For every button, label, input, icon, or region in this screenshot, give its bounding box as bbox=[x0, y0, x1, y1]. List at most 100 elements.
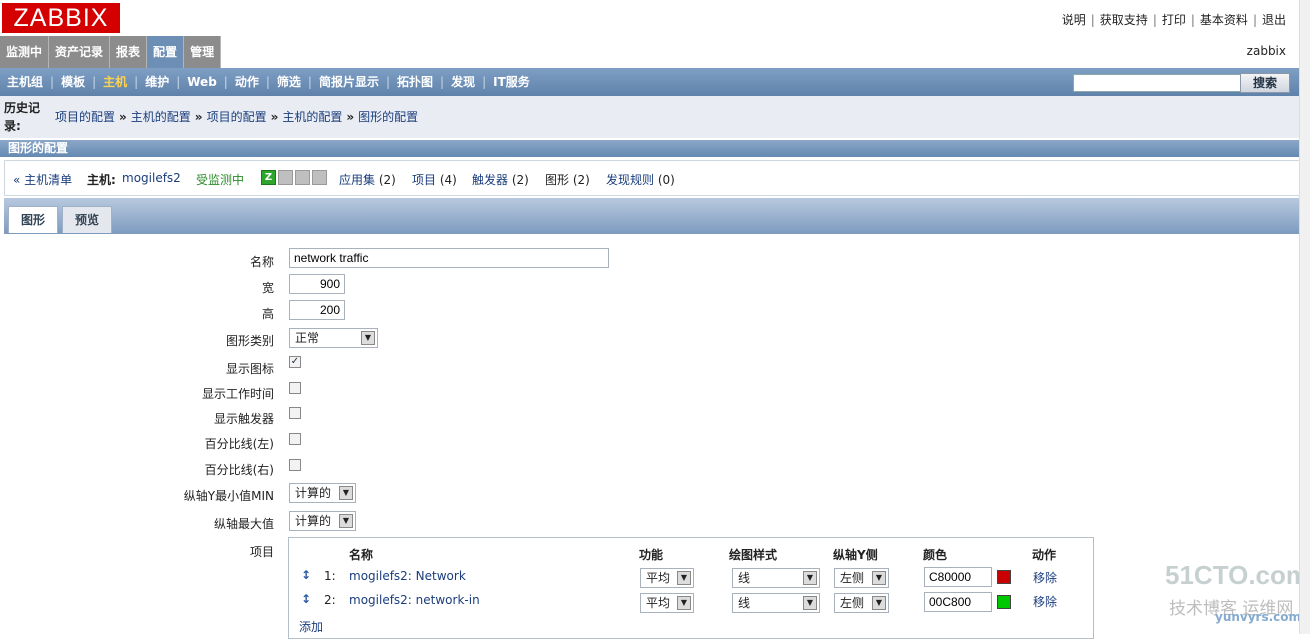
submenu-hostgroups[interactable]: 主机组 bbox=[0, 68, 50, 96]
items-label: 项目 bbox=[249, 545, 274, 559]
breadcrumb-item[interactable]: 主机的配置 bbox=[131, 110, 191, 124]
item-draw-style-select[interactable]: 线 ▼ bbox=[732, 568, 820, 588]
show-triggers-checkbox[interactable] bbox=[289, 407, 301, 419]
print-link[interactable]: 打印 bbox=[1162, 13, 1186, 27]
history-bar: 历史记录: 项目的配置» 主机的配置» 项目的配置» 主机的配置» 图形的配置 bbox=[0, 96, 1300, 138]
search-input[interactable] bbox=[1073, 74, 1243, 92]
submenu-discovery[interactable]: 发现 bbox=[444, 68, 482, 96]
discovery-rules-link[interactable]: 发现规则 bbox=[606, 173, 654, 187]
items-link[interactable]: 项目 bbox=[412, 173, 436, 187]
item-y-side-select[interactable]: 左侧 ▼ bbox=[834, 593, 889, 613]
graph-type-select[interactable]: 正常 ▼ bbox=[289, 328, 378, 348]
remove-item-link[interactable]: 移除 bbox=[1033, 569, 1057, 586]
chevron-down-icon: ▼ bbox=[803, 571, 817, 585]
submenu-templates[interactable]: 模板 bbox=[54, 68, 92, 96]
menu-administration[interactable]: 管理 bbox=[184, 36, 222, 68]
drag-handle-icon[interactable]: ↕ bbox=[301, 592, 311, 606]
breadcrumb-item[interactable]: 图形的配置 bbox=[358, 110, 418, 124]
breadcrumb-item[interactable]: 项目的配置 bbox=[55, 110, 115, 124]
color-swatch[interactable] bbox=[997, 570, 1011, 584]
submenu-it-services[interactable]: IT服务 bbox=[486, 68, 537, 96]
breadcrumb-item[interactable]: 项目的配置 bbox=[207, 110, 267, 124]
host-info-bar: « 主机清单 主机: mogilefs2 受监测中 Z 应用集 (2) 项目 (… bbox=[4, 160, 1302, 196]
col-name: 名称 bbox=[349, 548, 374, 562]
submenu-maintenance[interactable]: 维护 bbox=[138, 68, 176, 96]
name-label: 名称 bbox=[249, 255, 274, 269]
show-worktime-checkbox[interactable] bbox=[289, 382, 301, 394]
host-name-link[interactable]: mogilefs2 bbox=[122, 171, 181, 185]
submenu-slides[interactable]: 简报片显示 bbox=[312, 68, 386, 96]
item-color-input[interactable] bbox=[924, 567, 992, 587]
show-worktime-label: 显示工作时间 bbox=[201, 387, 274, 401]
triggers-link[interactable]: 触发器 bbox=[472, 173, 508, 187]
menu-configuration[interactable]: 配置 bbox=[147, 36, 185, 68]
vertical-scrollbar[interactable] bbox=[1299, 0, 1310, 634]
chevron-down-icon: ▼ bbox=[361, 331, 375, 345]
zabbix-logo[interactable]: ZABBIX bbox=[2, 3, 120, 33]
tabs-bar: 图形 预览 bbox=[4, 198, 1300, 234]
col-color: 颜色 bbox=[923, 548, 948, 562]
remove-item-link[interactable]: 移除 bbox=[1033, 593, 1057, 610]
menu-monitoring[interactable]: 监测中 bbox=[0, 36, 50, 68]
support-link[interactable]: 获取支持 bbox=[1100, 13, 1148, 27]
profile-link[interactable]: 基本资料 bbox=[1200, 13, 1248, 27]
host-label: 主机: bbox=[87, 173, 116, 187]
zabbix-agent-icon: Z bbox=[261, 170, 276, 185]
items-table: 名称 功能 绘图样式 纵轴Y侧 颜色 动作 ↕ 1: mogilefs2: Ne… bbox=[288, 537, 1094, 639]
col-action: 动作 bbox=[1032, 548, 1057, 562]
top-links: 说明 | 获取支持 | 打印 | 基本资料 | 退出 bbox=[1061, 13, 1286, 27]
ymin-label: 纵轴Y最小值MIN bbox=[183, 489, 274, 503]
width-input[interactable] bbox=[289, 274, 345, 294]
submenu-maps[interactable]: 拓扑图 bbox=[390, 68, 440, 96]
item-function-select[interactable]: 平均 ▼ bbox=[640, 593, 694, 613]
graph-form: 名称 宽 高 图形类别 正常▼ 显示图标 ✓ 显示工作时间 显示触发器 百分比线… bbox=[4, 234, 1300, 639]
show-legend-checkbox[interactable]: ✓ bbox=[289, 356, 301, 368]
submenu-actions[interactable]: 动作 bbox=[228, 68, 266, 96]
chevron-down-icon: ▼ bbox=[339, 486, 353, 500]
submenu-web[interactable]: Web bbox=[180, 68, 224, 96]
add-item-link[interactable]: 添加 bbox=[299, 618, 323, 635]
item-name-link[interactable]: mogilefs2: Network bbox=[349, 569, 466, 583]
show-legend-label: 显示图标 bbox=[225, 362, 274, 376]
chevron-down-icon: ▼ bbox=[803, 596, 817, 610]
percentile-right-checkbox[interactable] bbox=[289, 459, 301, 471]
graphs-link[interactable]: 图形 bbox=[545, 173, 569, 187]
item-function-select[interactable]: 平均 ▼ bbox=[640, 568, 694, 588]
search-button[interactable]: 搜索 bbox=[1240, 73, 1290, 93]
height-label: 高 bbox=[261, 307, 274, 321]
top-bar: ZABBIX 说明 | 获取支持 | 打印 | 基本资料 | 退出 bbox=[0, 0, 1300, 36]
host-status[interactable]: 受监测中 bbox=[196, 171, 244, 188]
percentile-left-checkbox[interactable] bbox=[289, 433, 301, 445]
percentile-right-label: 百分比线(右) bbox=[204, 463, 274, 477]
current-user: zabbix bbox=[1246, 44, 1286, 58]
tab-preview[interactable]: 预览 bbox=[62, 206, 113, 233]
height-input[interactable] bbox=[289, 300, 345, 320]
item-y-side-select[interactable]: 左侧 ▼ bbox=[834, 568, 889, 588]
col-draw-style: 绘图样式 bbox=[729, 548, 778, 562]
logout-link[interactable]: 退出 bbox=[1262, 13, 1286, 27]
menu-inventory[interactable]: 资产记录 bbox=[49, 36, 111, 68]
ymin-select[interactable]: 计算的 ▼ bbox=[289, 483, 356, 503]
host-list-link[interactable]: « 主机清单 bbox=[13, 171, 72, 188]
menu-reports[interactable]: 报表 bbox=[110, 36, 148, 68]
applications-link[interactable]: 应用集 bbox=[339, 173, 375, 187]
history-label: 历史记录: bbox=[4, 101, 41, 133]
chevron-down-icon: ▼ bbox=[872, 571, 886, 585]
breadcrumb-item[interactable]: 主机的配置 bbox=[282, 110, 342, 124]
graph-type-label: 图形类别 bbox=[225, 334, 274, 348]
submenu-screens[interactable]: 筛选 bbox=[270, 68, 308, 96]
color-swatch[interactable] bbox=[997, 595, 1011, 609]
name-input[interactable] bbox=[289, 248, 609, 268]
item-color-input[interactable] bbox=[924, 592, 992, 612]
section-title: 图形的配置 bbox=[0, 140, 1300, 157]
help-link[interactable]: 说明 bbox=[1062, 13, 1086, 27]
breadcrumb: 项目的配置» 主机的配置» 项目的配置» 主机的配置» 图形的配置 bbox=[55, 110, 419, 124]
submenu-hosts[interactable]: 主机 bbox=[96, 68, 134, 96]
item-draw-style-select[interactable]: 线 ▼ bbox=[732, 593, 820, 613]
drag-handle-icon[interactable]: ↕ bbox=[301, 568, 311, 582]
item-name-link[interactable]: mogilefs2: network-in bbox=[349, 593, 480, 607]
percentile-left-label: 百分比线(左) bbox=[204, 437, 274, 451]
ymax-select[interactable]: 计算的 ▼ bbox=[289, 511, 356, 531]
width-label: 宽 bbox=[261, 281, 274, 295]
tab-graph[interactable]: 图形 bbox=[8, 206, 59, 233]
